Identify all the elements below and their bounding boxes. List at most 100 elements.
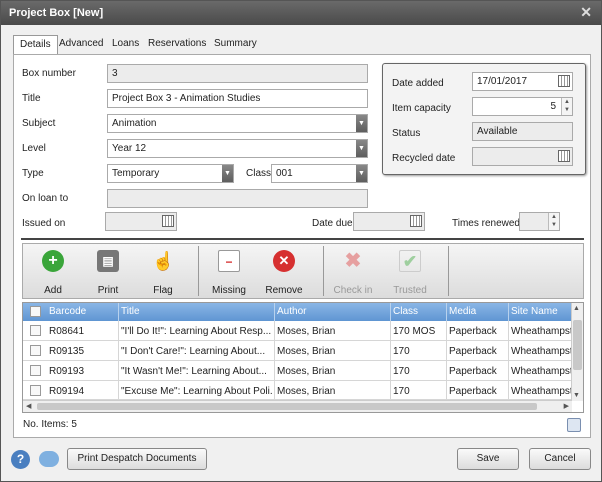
spinner-icon[interactable]: ▲ ▼ xyxy=(561,98,572,115)
cell-author: Moses, Brian xyxy=(277,366,336,377)
add-button[interactable]: + Add xyxy=(28,244,78,298)
scroll-left-icon[interactable]: ◀ xyxy=(26,402,31,410)
cancel-button[interactable]: Cancel xyxy=(529,448,591,470)
horizontal-scrollbar[interactable]: ◀ ▶ xyxy=(23,400,572,412)
cell-barcode: R09135 xyxy=(49,346,85,357)
cell-title: "Excuse Me": Learning About Poli... xyxy=(121,386,272,397)
row-checkbox[interactable] xyxy=(30,345,41,356)
scroll-thumb[interactable] xyxy=(37,403,537,410)
cell-barcode: R09193 xyxy=(49,366,85,377)
vertical-scrollbar[interactable]: ▲ ▼ xyxy=(571,303,583,401)
spinner-icon[interactable]: ▲ ▼ xyxy=(548,213,559,230)
item-capacity-field[interactable]: 5 ▲ ▼ xyxy=(472,97,573,116)
chevron-down-icon[interactable]: ▼ xyxy=(356,165,367,182)
class-label: Class xyxy=(246,168,272,179)
column-barcode[interactable]: Barcode xyxy=(49,306,86,317)
tab-advanced[interactable]: Advanced xyxy=(53,35,109,54)
chat-icon[interactable] xyxy=(39,451,59,467)
help-icon[interactable]: ? xyxy=(11,450,30,469)
chevron-down-icon[interactable]: ▼ xyxy=(356,115,367,132)
calendar-icon[interactable] xyxy=(162,215,174,227)
table-row[interactable]: R09193 "It Wasn't Me!": Learning About..… xyxy=(23,361,572,381)
chevron-down-icon[interactable]: ▼ xyxy=(222,165,233,182)
tab-details[interactable]: Details xyxy=(13,35,58,55)
row-checkbox[interactable] xyxy=(30,385,41,396)
column-author[interactable]: Author xyxy=(277,306,306,317)
grid-header: Barcode Title Author Class Media Site Na… xyxy=(23,303,572,321)
type-label: Type xyxy=(22,168,44,179)
scroll-thumb[interactable] xyxy=(573,320,582,370)
print-despatch-button[interactable]: Print Despatch Documents xyxy=(67,448,207,470)
cell-class: 170 MOS xyxy=(393,326,436,337)
row-checkbox[interactable] xyxy=(30,325,41,336)
missing-label: Missing xyxy=(212,285,246,296)
select-all-checkbox[interactable] xyxy=(30,306,41,317)
cell-divider xyxy=(274,381,275,401)
cell-divider xyxy=(446,341,447,361)
check-in-button[interactable]: ✖ Check in xyxy=(328,244,378,298)
type-select[interactable]: Temporary ▼ xyxy=(107,164,234,183)
close-icon[interactable]: ✕ xyxy=(580,4,592,21)
title-label: Title xyxy=(22,93,41,104)
missing-button[interactable]: − Missing xyxy=(204,244,254,298)
cell-divider xyxy=(118,341,119,361)
recycled-date-label: Recycled date xyxy=(392,153,456,164)
cell-class: 170 xyxy=(393,346,410,357)
remove-button[interactable]: ✕ Remove xyxy=(259,244,309,298)
cell-divider xyxy=(446,321,447,341)
items-grid: Barcode Title Author Class Media Site Na… xyxy=(22,302,584,413)
print-button[interactable]: ▤ Print xyxy=(83,244,133,298)
cell-divider xyxy=(390,321,391,341)
trusted-label: Trusted xyxy=(393,285,427,296)
missing-document-icon: − xyxy=(218,250,240,272)
printer-icon: ▤ xyxy=(97,250,119,272)
calendar-icon[interactable] xyxy=(558,150,570,162)
cell-divider xyxy=(118,361,119,381)
table-row[interactable]: R08641 "I'll Do It!": Learning About Res… xyxy=(23,321,572,341)
tab-reservations[interactable]: Reservations xyxy=(142,35,212,54)
cell-title: "It Wasn't Me!": Learning About... xyxy=(121,366,267,377)
tab-loans[interactable]: Loans xyxy=(106,35,145,54)
trusted-button[interactable]: ✔ Trusted xyxy=(385,244,435,298)
calendar-icon[interactable] xyxy=(410,215,422,227)
cell-site-name: Wheathampst xyxy=(511,366,571,377)
status-label: Status xyxy=(392,128,421,139)
issued-on-field xyxy=(105,212,177,231)
tab-summary[interactable]: Summary xyxy=(208,35,263,54)
scroll-up-icon[interactable]: ▲ xyxy=(573,305,580,312)
tab-bar: Details Advanced Loans Reservations Summ… xyxy=(13,35,589,55)
subject-value: Animation xyxy=(112,118,157,129)
window-title: Project Box [New] xyxy=(9,7,104,19)
cell-barcode: R08641 xyxy=(49,326,85,337)
date-added-value: 17/01/2017 xyxy=(477,76,528,87)
table-row[interactable]: R09194 "Excuse Me": Learning About Poli.… xyxy=(23,381,572,401)
class-select[interactable]: 001 ▼ xyxy=(271,164,368,183)
export-icon[interactable] xyxy=(567,418,581,432)
scroll-right-icon[interactable]: ▶ xyxy=(564,402,569,410)
row-checkbox[interactable] xyxy=(30,365,41,376)
level-value: Year 12 xyxy=(112,143,147,154)
cell-divider xyxy=(390,341,391,361)
remove-x-icon: ✕ xyxy=(273,250,295,272)
column-site-name[interactable]: Site Name xyxy=(511,306,558,317)
chevron-down-icon[interactable]: ▼ xyxy=(356,140,367,157)
cell-class: 170 xyxy=(393,366,410,377)
date-added-field[interactable]: 17/01/2017 xyxy=(472,72,573,91)
flag-button[interactable]: ☝ Flag xyxy=(138,244,188,298)
print-label: Print xyxy=(97,285,119,296)
scroll-down-icon[interactable]: ▼ xyxy=(573,392,580,399)
subject-select[interactable]: Animation ▼ xyxy=(107,114,368,133)
table-row[interactable]: R09135 "I Don't Care!": Learning About..… xyxy=(23,341,572,361)
date-due-field xyxy=(353,212,425,231)
column-divider xyxy=(446,303,447,321)
title-field[interactable]: Project Box 3 - Animation Studies xyxy=(107,89,368,108)
calendar-icon[interactable] xyxy=(558,75,570,87)
column-class[interactable]: Class xyxy=(393,306,418,317)
subject-label: Subject xyxy=(22,118,56,129)
class-value: 001 xyxy=(276,168,293,179)
column-media[interactable]: Media xyxy=(449,306,476,317)
column-title[interactable]: Title xyxy=(121,306,140,317)
save-button[interactable]: Save xyxy=(457,448,519,470)
box-number-field: 3 xyxy=(107,64,368,83)
level-select[interactable]: Year 12 ▼ xyxy=(107,139,368,158)
